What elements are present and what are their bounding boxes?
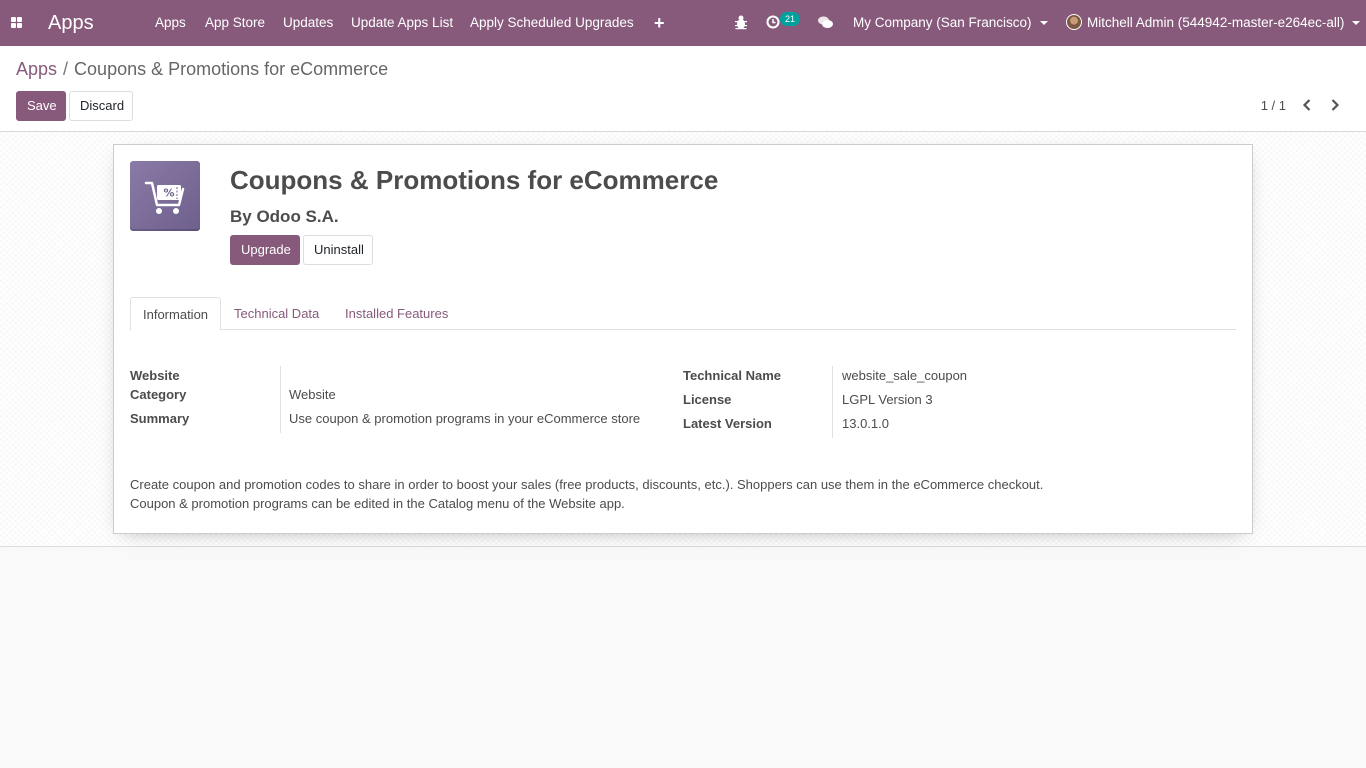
app-brand[interactable]: Apps <box>48 0 94 46</box>
chat-icon[interactable] <box>817 0 834 46</box>
apps-grid-icon[interactable] <box>10 0 24 46</box>
latest-version-value: 13.0.1.0 <box>842 416 889 431</box>
breadcrumb-current: Coupons & Promotions for eCommerce <box>74 59 389 79</box>
chevron-down-icon <box>1352 21 1361 26</box>
module-title: Coupons & Promotions for eCommerce <box>230 165 719 195</box>
tab-installed-features[interactable]: Installed Features <box>333 297 460 330</box>
website-label: Website <box>130 368 180 383</box>
company-switcher[interactable]: My Company (San Francisco) <box>853 0 1048 46</box>
technical-name-label: Technical Name <box>683 368 782 383</box>
breadcrumb-separator: / <box>63 59 69 79</box>
activity-clock-icon[interactable] <box>766 0 782 46</box>
tab-technical-data[interactable]: Technical Data <box>222 297 331 330</box>
category-label: Category <box>130 387 187 402</box>
latest-version-label: Latest Version <box>683 416 772 431</box>
chevron-down-icon <box>1039 21 1048 26</box>
plus-icon[interactable]: + <box>654 0 665 46</box>
breadcrumb: Apps / Coupons & Promotions for eCommerce <box>16 59 388 80</box>
save-button[interactable]: Save <box>16 91 66 121</box>
license-value: LGPL Version 3 <box>842 392 933 407</box>
menu-item-apps[interactable]: Apps <box>155 0 186 46</box>
user-menu[interactable]: Mitchell Admin (544942-master-e264ec-all… <box>1087 0 1361 46</box>
technical-name-value: website_sale_coupon <box>842 368 968 383</box>
menu-item-apply-scheduled-upgrades[interactable]: Apply Scheduled Upgrades <box>470 0 634 46</box>
right-field-divider <box>832 366 833 438</box>
menu-item-update-apps-list[interactable]: Update Apps List <box>351 0 453 46</box>
license-label: License <box>683 392 732 407</box>
module-cart-icon: % <box>130 161 200 231</box>
summary-label: Summary <box>130 411 190 426</box>
svg-text:%: % <box>163 187 174 200</box>
upgrade-button[interactable]: Upgrade <box>230 235 300 265</box>
company-name: My Company (San Francisco) <box>853 15 1032 30</box>
uninstall-button[interactable]: Uninstall <box>303 235 373 265</box>
category-value: Website <box>289 387 336 402</box>
chevron-left-icon[interactable] <box>1298 96 1316 114</box>
avatar[interactable] <box>1066 14 1082 30</box>
menu-item-updates[interactable]: Updates <box>283 0 333 46</box>
pager-value[interactable]: 1 / 1 <box>1261 98 1286 113</box>
user-name: Mitchell Admin (544942-master-e264ec-all… <box>1087 15 1345 30</box>
chevron-right-icon[interactable] <box>1326 96 1344 114</box>
bug-icon[interactable] <box>734 0 748 46</box>
summary-value: Use coupon & promotion programs in your … <box>289 411 641 426</box>
module-description: Create coupon and promotion codes to sha… <box>130 475 1043 513</box>
left-field-divider <box>280 366 281 433</box>
tab-information[interactable]: Information <box>130 297 221 331</box>
control-panel: Apps / Coupons & Promotions for eCommerce … <box>0 46 1366 132</box>
description-line-1: Create coupon and promotion codes to sha… <box>130 477 1044 492</box>
menu-item-app-store[interactable]: App Store <box>205 0 265 46</box>
module-tabs: Information Technical Data Installed Fea… <box>130 297 1236 331</box>
activity-count-badge: 21 <box>780 12 801 26</box>
module-author: By Odoo S.A. <box>230 207 339 226</box>
discard-button[interactable]: Discard <box>69 91 133 121</box>
breadcrumb-apps-link[interactable]: Apps <box>16 59 57 79</box>
description-line-2: Coupon & promotion programs can be edite… <box>130 496 625 511</box>
main-navbar: Apps Apps App Store Updates Update Apps … <box>0 0 1366 46</box>
